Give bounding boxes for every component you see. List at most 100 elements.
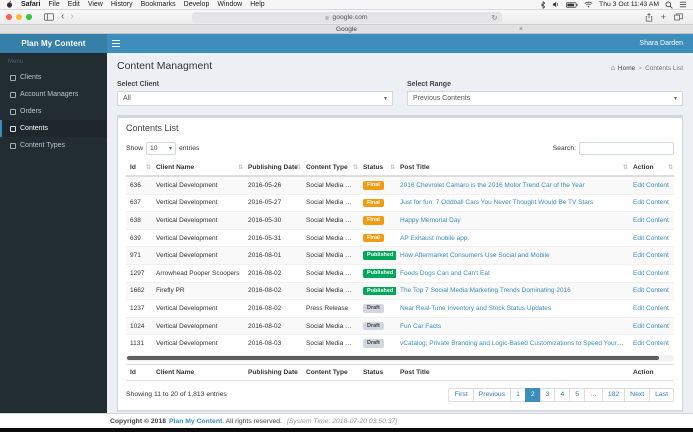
column-header-client-name[interactable]: Client Name ⇅ <box>152 160 244 177</box>
publishing-date-cell: 2016-05-27 <box>244 193 302 212</box>
sidebar-collapse-icon[interactable] <box>107 34 125 53</box>
page-button-182[interactable]: 182 <box>601 387 626 402</box>
edit-content-link[interactable]: Edit Content <box>633 252 669 259</box>
page-size-value: 10 <box>150 145 158 152</box>
scrollbar-thumb[interactable] <box>127 355 659 360</box>
menubar-item-window[interactable]: Window <box>217 1 242 8</box>
sidebar-item-clients[interactable]: Clients <box>0 69 107 86</box>
column-header-action[interactable]: Action ⇅ <box>629 160 674 177</box>
post-title-link[interactable]: AP Exhaust mobile app. <box>400 235 469 242</box>
post-title-cell: Happy Memorial Day <box>396 211 629 230</box>
column-header-status: Status <box>359 363 396 381</box>
page-button-first[interactable]: First <box>448 387 474 402</box>
wifi-icon[interactable] <box>584 1 593 8</box>
volume-icon[interactable] <box>552 1 560 8</box>
post-title-link[interactable]: Fun Car Facts <box>400 323 441 330</box>
menubar-item-help[interactable]: Help <box>250 1 264 8</box>
edit-content-link[interactable]: Edit Content <box>633 199 669 206</box>
menu-bar-clock[interactable]: Thu 3 Oct 11:43 AM <box>599 1 659 8</box>
column-label: Id <box>130 164 136 171</box>
contents-table: Id ⇅ Client Name ⇅ Publishing Date ⇅ Content T… <box>126 160 674 352</box>
edit-content-link[interactable]: Edit Content <box>633 287 669 294</box>
battery-icon[interactable] <box>566 1 578 8</box>
search-input[interactable] <box>579 142 674 155</box>
menubar-item-bookmarks[interactable]: Bookmarks <box>141 1 176 8</box>
tab-close-icon[interactable]: × <box>519 25 523 34</box>
close-window-button[interactable] <box>6 14 12 20</box>
post-title-link[interactable]: Foods Dogs Can and Can't Eat <box>400 270 490 277</box>
post-title-link[interactable]: vCatalog: Private Branding and Logic-Bas… <box>400 340 629 347</box>
brand-logo[interactable]: Plan My Content <box>0 34 107 53</box>
edit-content-link[interactable]: Edit Content <box>633 323 669 330</box>
column-label: Publishing Date <box>248 164 298 171</box>
menubar-item-history[interactable]: History <box>111 1 133 8</box>
page-size-select[interactable]: 10 ▾ <box>146 142 177 155</box>
sidebar-toggle-icon[interactable] <box>44 13 54 21</box>
entries-label: entries <box>179 145 200 152</box>
sidebar: Menu Clients Account Managers Orders Conten… <box>0 53 107 413</box>
forward-button[interactable]: › <box>70 12 73 22</box>
page-button-last[interactable]: Last <box>649 387 674 402</box>
sidebar-item-content-types[interactable]: Content Types <box>0 137 107 154</box>
menubar-item-edit[interactable]: Edit <box>68 1 80 8</box>
status-cell: Final <box>359 175 396 195</box>
sidebar-item-label: Account Managers <box>20 91 79 98</box>
breadcrumb-home-link[interactable]: Home <box>618 65 635 72</box>
back-button[interactable]: ‹ <box>61 12 64 22</box>
address-bar[interactable]: google.com ↻ <box>191 12 502 23</box>
footer-brand-link[interactable]: Plan My Content <box>169 418 222 425</box>
sidebar-item-account-managers[interactable]: Account Managers <box>0 86 107 103</box>
range-select[interactable]: Previous Contents ▾ <box>407 91 683 106</box>
post-title-link[interactable]: Near Real-Time Inventory and Stock Statu… <box>400 305 551 312</box>
edit-content-link[interactable]: Edit Content <box>633 305 669 312</box>
page-button-1[interactable]: 1 <box>510 387 526 402</box>
apple-icon[interactable] <box>6 0 13 10</box>
post-title-link[interactable]: The Top 7 Social Media Marketing Trends … <box>400 287 571 294</box>
control-center-icon[interactable] <box>679 1 687 8</box>
menubar-item-develop[interactable]: Develop <box>184 1 210 8</box>
user-menu[interactable]: Shara Darden <box>629 40 693 47</box>
edit-content-link[interactable]: Edit Content <box>633 235 669 242</box>
minimize-window-button[interactable] <box>16 14 22 20</box>
page-button-2[interactable]: 2 <box>524 387 541 402</box>
page-button-next[interactable]: Next <box>624 387 651 402</box>
zoom-window-button[interactable] <box>26 14 32 20</box>
page-button-4[interactable]: 4 <box>554 387 571 402</box>
column-label: Post Title <box>400 164 430 171</box>
edit-content-link[interactable]: Edit Content <box>633 340 669 347</box>
status-cell: Published <box>359 263 396 283</box>
edit-content-link[interactable]: Edit Content <box>633 182 669 189</box>
page-button-3[interactable]: 3 <box>539 387 556 402</box>
column-header-publishing-date[interactable]: Publishing Date ⇅ <box>244 160 302 177</box>
column-header-post-title[interactable]: Post Title ⇅ <box>396 160 629 177</box>
column-header-status[interactable]: Status ⇅ <box>359 160 396 177</box>
post-title-cell: Just for fun: 7 Oddball Cars You Never T… <box>396 193 629 212</box>
edit-content-link[interactable]: Edit Content <box>633 217 669 224</box>
post-title-link[interactable]: Just for fun: 7 Oddball Cars You Never T… <box>400 199 593 206</box>
tab-overview-icon[interactable] <box>674 13 683 21</box>
column-header-id[interactable]: Id ⇅ <box>126 160 152 177</box>
page-button-5[interactable]: 5 <box>569 387 586 402</box>
edit-content-link[interactable]: Edit Content <box>633 270 669 277</box>
sidebar-item-contents[interactable]: Contents <box>0 120 107 137</box>
new-tab-button[interactable]: + <box>661 12 666 22</box>
client-name-cell: Vertical Development <box>152 316 244 335</box>
post-title-link[interactable]: 2016 Chevrolet Camaro is the 2016 Motor … <box>400 182 585 189</box>
reload-icon[interactable]: ↻ <box>492 14 498 22</box>
horizontal-scrollbar[interactable] <box>126 354 674 361</box>
share-icon[interactable] <box>645 12 653 22</box>
status-badge: Final <box>363 181 384 190</box>
column-header-content-type[interactable]: Content Type ⇅ <box>302 160 359 177</box>
post-title-link[interactable]: How Aftermarket Consumers Use Social and… <box>400 252 550 259</box>
sidebar-item-orders[interactable]: Orders <box>0 103 107 120</box>
client-select[interactable]: All ▾ <box>117 91 393 106</box>
page-button-previous[interactable]: Previous <box>472 387 512 402</box>
menubar-item-view[interactable]: View <box>88 1 103 8</box>
column-label: Content Type <box>306 164 348 171</box>
bluetooth-icon[interactable] <box>540 0 546 9</box>
menubar-item-file[interactable]: File <box>48 1 59 8</box>
menubar-item-safari[interactable]: Safari <box>21 1 40 8</box>
tab-bar[interactable]: Google × <box>0 25 693 34</box>
spotlight-icon[interactable] <box>665 1 673 9</box>
post-title-link[interactable]: Happy Memorial Day <box>400 217 461 224</box>
